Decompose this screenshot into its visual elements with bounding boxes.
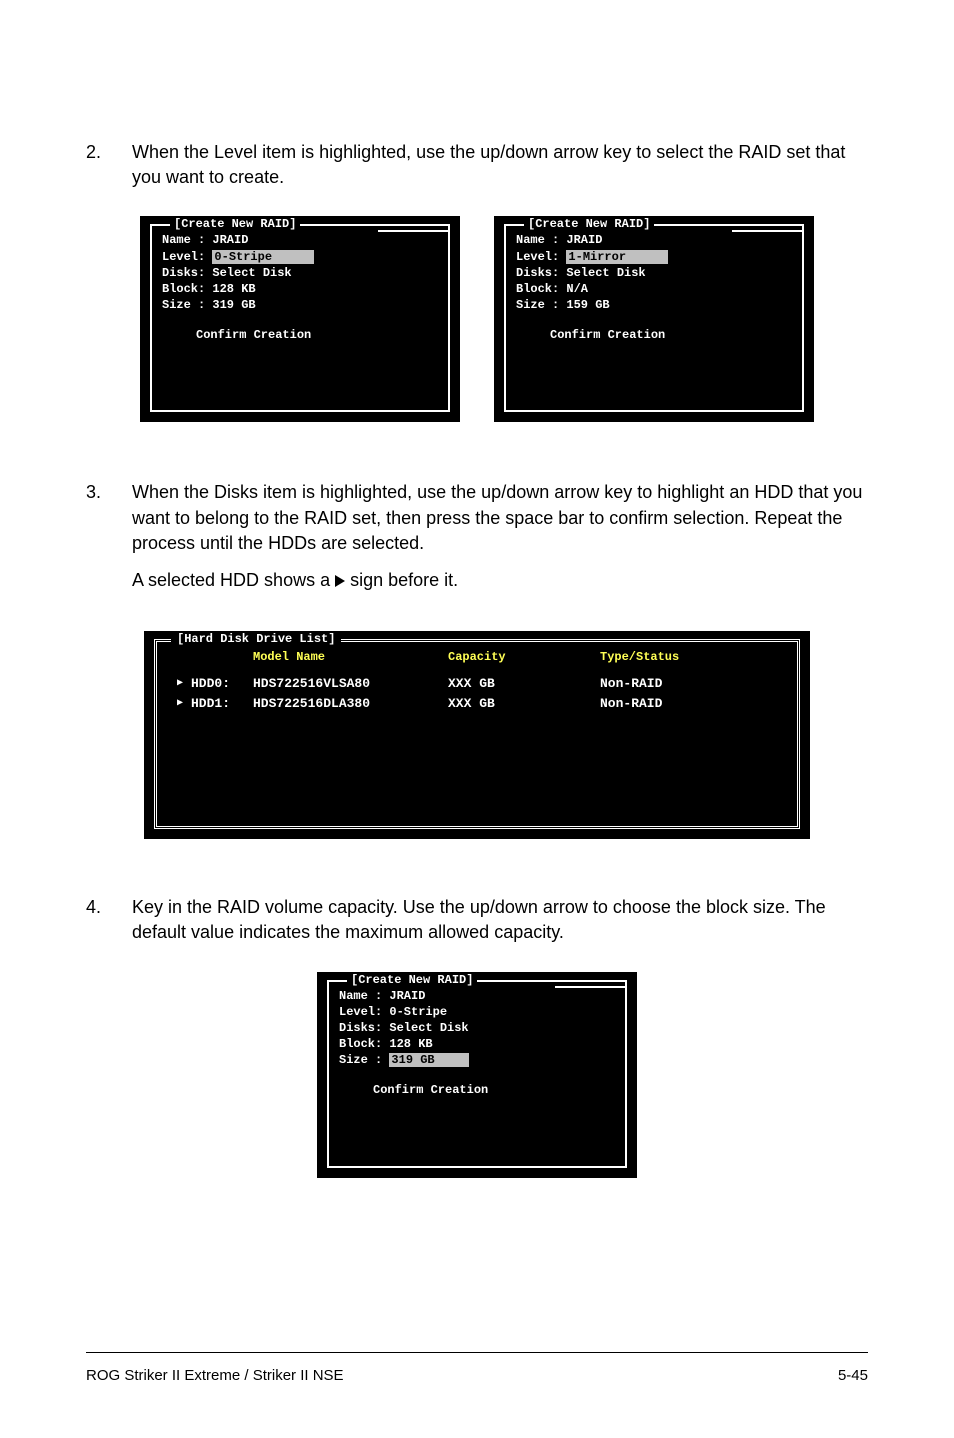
field-disks: Disks: Select Disk [339,1020,615,1036]
step-2: 2. When the Level item is highlighted, u… [86,140,868,190]
level-pad [628,250,668,264]
hdd-model: HDS722516DLA380 [253,694,448,714]
hdd-row[interactable]: ▶ HDD0: HDS722516VLSA80 XXX GB Non-RAID [177,674,783,694]
field-level: Level: 1-Mirror [516,249,792,265]
hdd-header-row: Model Name Capacity Type/Status [253,650,783,664]
step-2-number: 2. [86,140,132,190]
level-pad [274,250,314,264]
hdd-id: HDD0: [191,674,253,694]
hdd-list-panel: [Hard Disk Drive List] Model Name Capaci… [144,631,810,839]
selected-marker-icon: ▶ [177,676,191,691]
field-size: Size : 319 GB [162,297,438,313]
panel-title: [Hard Disk Drive List] [171,632,341,646]
panel-frame: [Create New RAID] Name : JRAID Level: 1-… [504,224,804,412]
field-level: Level: 0-Stripe [162,249,438,265]
field-name: Name : JRAID [339,988,615,1004]
field-level: Level: 0-Stripe [339,1004,615,1020]
selected-marker-icon: ▶ [177,696,191,711]
hdd-capacity: XXX GB [448,694,600,714]
field-disks: Disks: Select Disk [516,265,792,281]
text-after-tri: sign before it. [350,570,458,590]
footer-left: ROG Striker II Extreme / Striker II NSE [86,1367,344,1384]
confirm-creation[interactable]: Confirm Creation [339,1082,615,1098]
panel-title: [Create New RAID] [170,217,300,231]
col-type-header: Type/Status [600,650,679,664]
hdd-status: Non-RAID [600,694,662,714]
size-value-highlighted[interactable]: 319 GB [389,1053,436,1067]
step-3-text-1: When the Disks item is highlighted, use … [132,480,868,556]
panel-title: [Create New RAID] [347,973,477,987]
hdd-row[interactable]: ▶ HDD1: HDS722516DLA380 XXX GB Non-RAID [177,694,783,714]
hdd-model: HDS722516VLSA80 [253,674,448,694]
field-block: Block: N/A [516,281,792,297]
col-model-header: Model Name [253,650,448,664]
panel-frame: [Create New RAID] Name : JRAID Level: 0-… [150,224,450,412]
step-4-text: Key in the RAID volume capacity. Use the… [132,895,868,945]
triangle-icon [335,575,345,587]
panel-row-2: [Create New RAID] Name : JRAID Level: 0-… [86,972,868,1178]
field-block: Block: 128 KB [339,1036,615,1052]
panel-frame: [Hard Disk Drive List] Model Name Capaci… [154,639,800,829]
field-size: Size : 159 GB [516,297,792,313]
col-capacity-header: Capacity [448,650,600,664]
text-before-tri: A selected HDD shows a [132,570,330,590]
size-pad [437,1053,470,1067]
level-label: Level: [516,250,566,264]
size-label: Size : [339,1053,389,1067]
step-4: 4. Key in the RAID volume capacity. Use … [86,895,868,945]
field-name: Name : JRAID [162,232,438,248]
confirm-creation[interactable]: Confirm Creation [516,327,792,343]
step-3-text: When the Disks item is highlighted, use … [132,480,868,605]
panel-title: [Create New RAID] [524,217,654,231]
page-footer: ROG Striker II Extreme / Striker II NSE … [86,1352,868,1384]
create-raid-panel-mirror: [Create New RAID] Name : JRAID Level: 1-… [494,216,814,422]
level-label: Level: [162,250,212,264]
create-raid-panel-size: [Create New RAID] Name : JRAID Level: 0-… [317,972,637,1178]
create-raid-panel-stripe: [Create New RAID] Name : JRAID Level: 0-… [140,216,460,422]
hdd-id: HDD1: [191,694,253,714]
field-name: Name : JRAID [516,232,792,248]
level-value-highlighted[interactable]: 1-Mirror [566,250,628,264]
step-3-number: 3. [86,480,132,605]
hdd-capacity: XXX GB [448,674,600,694]
field-disks: Disks: Select Disk [162,265,438,281]
footer-right: 5-45 [838,1367,868,1384]
step-4-number: 4. [86,895,132,945]
panel-row-1: [Create New RAID] Name : JRAID Level: 0-… [86,216,868,422]
panel-frame: [Create New RAID] Name : JRAID Level: 0-… [327,980,627,1168]
level-value-highlighted[interactable]: 0-Stripe [212,250,274,264]
step-3-text-2: A selected HDD shows a sign before it. [132,568,868,593]
step-2-text: When the Level item is highlighted, use … [132,140,868,190]
hdd-status: Non-RAID [600,674,662,694]
field-size: Size : 319 GB [339,1052,615,1068]
confirm-creation[interactable]: Confirm Creation [162,327,438,343]
step-3: 3. When the Disks item is highlighted, u… [86,480,868,605]
field-block: Block: 128 KB [162,281,438,297]
